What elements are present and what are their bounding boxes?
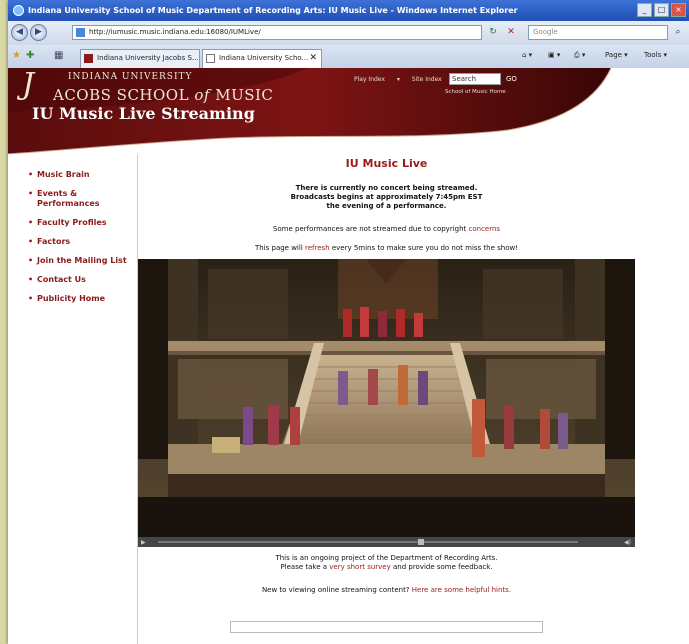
title-bar: Indiana University School of Music Depar…	[8, 0, 689, 21]
search-icon[interactable]: ⌕	[671, 25, 685, 40]
seek-handle[interactable]	[418, 539, 424, 545]
sidebar-item-publicity-home[interactable]: Publicity Home	[28, 294, 129, 304]
refresh-link[interactable]: refresh	[305, 244, 330, 252]
site-icon	[84, 54, 93, 63]
browser-window: Indiana University School of Music Depar…	[8, 0, 689, 644]
close-tab-icon[interactable]: ✕	[309, 50, 317, 67]
help-note: New to viewing online streaming content?…	[261, 586, 512, 594]
sidebar-item-factors[interactable]: Factors	[28, 237, 129, 247]
tab-jacobs-school[interactable]: Indiana University Jacobs S...	[80, 49, 200, 68]
print-icon[interactable]: ⎙ ▾	[574, 51, 585, 60]
sidebar-item-mailing-list[interactable]: Join the Mailing List	[28, 256, 129, 266]
search-input[interactable]: Google	[528, 25, 668, 40]
survey-link[interactable]: very short survey	[329, 563, 390, 571]
tab-bar: ★ ✚ ▦ Indiana University Jacobs S... Ind…	[8, 45, 689, 69]
tab-school-of-music[interactable]: Indiana University Scho... ✕	[202, 49, 322, 68]
copyright-note: Some performances are not streamed due t…	[272, 225, 501, 233]
play-icon[interactable]: ▶	[141, 539, 146, 546]
page-icon	[206, 54, 215, 63]
sidebar-item-music-brain[interactable]: Music Brain	[28, 170, 129, 180]
stop-icon[interactable]: ✕	[504, 25, 518, 40]
school-of-music-home-link[interactable]: School of Music Home	[445, 89, 506, 95]
page-title: IU Music Live	[345, 157, 428, 170]
helpful-hints-link[interactable]: Here are some helpful hints.	[412, 586, 511, 594]
add-favorites-icon[interactable]: ✚	[26, 50, 34, 62]
copyright-link[interactable]: concerns	[469, 225, 501, 233]
forward-button[interactable]: ▶	[30, 24, 47, 41]
address-bar: ◀ ▶ http://iumusic.music.indiana.edu:160…	[8, 21, 689, 46]
site-banner: INDIANA UNIVERSITY J ACOBS SCHOOL of MUS…	[8, 68, 689, 154]
site-title: IU Music Live Streaming	[32, 104, 255, 123]
page-content: INDIANA UNIVERSITY J ACOBS SCHOOL of MUS…	[8, 68, 689, 644]
play-index-link[interactable]: Play Index ▾	[354, 76, 400, 83]
video-player[interactable]	[138, 259, 635, 537]
sidebar-item-faculty-profiles[interactable]: Faculty Profiles	[28, 218, 129, 228]
quick-tabs-icon[interactable]: ▦	[54, 50, 63, 62]
search-placeholder: Google	[533, 28, 558, 36]
site-search-input[interactable]: Search	[449, 73, 501, 85]
sidebar-nav: Music Brain Events & Performances Facult…	[28, 170, 129, 313]
seek-bar[interactable]	[158, 541, 578, 543]
back-button[interactable]: ◀	[11, 24, 28, 41]
main-content: IU Music Live There is currently no conc…	[138, 154, 689, 644]
logo-j: J	[22, 68, 35, 102]
home-icon[interactable]: ⌂ ▾	[522, 51, 532, 59]
ie-logo-icon	[13, 5, 24, 16]
maximize-button[interactable]: □	[654, 3, 669, 17]
status-message: There is currently no concert being stre…	[290, 184, 483, 210]
project-note: This is an ongoing project of the Depart…	[275, 554, 498, 571]
volume-icon[interactable]: ◀)	[624, 539, 631, 546]
favorites-star-icon[interactable]: ★	[12, 50, 21, 62]
stage-performance-image	[138, 259, 635, 537]
sidebar-item-events-performances[interactable]: Events & Performances	[28, 189, 129, 209]
feeds-icon[interactable]: ▣ ▾	[548, 51, 560, 59]
refresh-icon[interactable]: ↻	[486, 25, 500, 40]
video-controls[interactable]: ▶ ◀)	[138, 537, 635, 547]
close-button[interactable]: ×	[671, 3, 686, 17]
minimize-button[interactable]: _	[637, 3, 652, 17]
window-title: Indiana University School of Music Depar…	[28, 6, 518, 15]
sidebar: Music Brain Events & Performances Facult…	[8, 154, 138, 644]
go-button[interactable]: GO	[506, 75, 517, 83]
tools-menu[interactable]: Tools ▾	[644, 51, 667, 59]
page-menu[interactable]: Page ▾	[605, 51, 628, 59]
footer-box	[230, 621, 543, 633]
page-icon	[76, 28, 85, 37]
refresh-note: This page will refresh every 5mins to ma…	[254, 244, 519, 252]
sidebar-item-contact-us[interactable]: Contact Us	[28, 275, 129, 285]
url-text: http://iumusic.music.indiana.edu:16080/I…	[89, 28, 261, 36]
indiana-university-text: INDIANA UNIVERSITY	[68, 72, 193, 82]
jacobs-school-logo[interactable]: ACOBS SCHOOL of MUSIC	[53, 86, 273, 104]
url-input[interactable]: http://iumusic.music.indiana.edu:16080/I…	[72, 25, 482, 40]
